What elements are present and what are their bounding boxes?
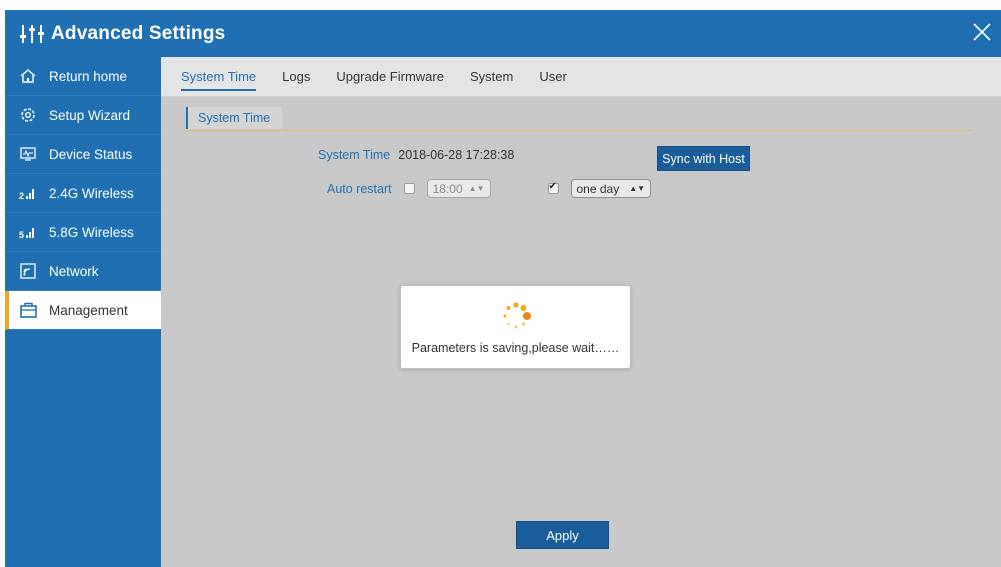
sidebar: Return home Setup Wizard Device Status 2…: [5, 57, 161, 567]
auto-restart-label: Auto restart: [327, 181, 392, 196]
sidebar-item-label: Setup Wizard: [49, 107, 131, 123]
home-icon: [19, 67, 37, 85]
saving-dialog: Parameters is saving,please wait……: [400, 285, 631, 369]
gear-icon: [19, 106, 37, 124]
tab-system[interactable]: System: [470, 57, 513, 97]
sidebar-item-label: 2.4G Wireless: [49, 185, 134, 201]
auto-restart-period-checkbox[interactable]: [547, 181, 559, 194]
tab-system-time[interactable]: System Time: [181, 57, 257, 97]
settings-sliders-icon: [20, 24, 44, 43]
system-time-value: 2018-06-28 17:28:38: [398, 148, 515, 162]
saving-message: Parameters is saving,please wait……: [411, 341, 620, 355]
tab-user[interactable]: User: [539, 57, 566, 97]
restart-period-select[interactable]: one day ▲▼: [570, 179, 652, 198]
signal-24g-icon: 2: [19, 184, 37, 202]
sidebar-item-device-status[interactable]: Device Status: [5, 135, 161, 174]
sidebar-item-label: Return home: [49, 68, 128, 84]
restart-period-value: one day: [576, 181, 620, 196]
subtab-system-time[interactable]: System Time: [186, 107, 283, 129]
system-time-row: System Time 2018-06-28 17:28:38: [318, 148, 514, 162]
window-title: Advanced Settings: [51, 22, 226, 44]
sidebar-item-24g-wireless[interactable]: 2 2.4G Wireless: [5, 174, 161, 213]
apply-button[interactable]: Apply: [516, 521, 609, 549]
sidebar-item-label: Device Status: [49, 146, 133, 162]
sidebar-item-58g-wireless[interactable]: 5 5.8G Wireless: [5, 213, 161, 252]
network-icon: [19, 262, 37, 280]
sidebar-item-label: 5.8G Wireless: [49, 224, 134, 240]
sidebar-item-setup-wizard[interactable]: Setup Wizard: [5, 96, 161, 135]
briefcase-icon: [19, 301, 37, 319]
tab-logs[interactable]: Logs: [282, 57, 310, 97]
close-icon[interactable]: [971, 21, 993, 43]
loading-spinner-icon: [499, 299, 533, 333]
auto-restart-row: Auto restart 18:00 ▲▼ one day ▲▼: [327, 179, 652, 198]
sync-with-host-button[interactable]: Sync with Host: [657, 146, 750, 171]
tab-upgrade-firmware[interactable]: Upgrade Firmware: [336, 57, 444, 97]
system-time-label: System Time: [318, 148, 391, 162]
dropdown-arrows-icon: ▲▼: [629, 184, 646, 193]
sidebar-item-return-home[interactable]: Return home: [5, 57, 161, 96]
sidebar-item-management[interactable]: Management: [5, 291, 161, 330]
svg-text:5: 5: [19, 230, 24, 239]
signal-58g-icon: 5: [19, 223, 37, 241]
sidebar-item-network[interactable]: Network: [5, 252, 161, 291]
tab-bar: System Time Logs Upgrade Firmware System…: [161, 57, 1001, 97]
sidebar-item-label: Network: [49, 263, 99, 279]
sidebar-item-label: Management: [49, 302, 128, 318]
restart-time-value: 18:00: [432, 181, 463, 196]
restart-time-select[interactable]: 18:00 ▲▼: [426, 179, 491, 198]
title-bar: Advanced Settings: [5, 10, 1001, 57]
subtab-row: System Time: [186, 107, 972, 131]
auto-restart-time-checkbox[interactable]: [403, 183, 415, 194]
stepper-arrows-icon: ▲▼: [468, 184, 485, 193]
svg-text:2: 2: [19, 191, 24, 200]
monitor-icon: [19, 145, 37, 163]
